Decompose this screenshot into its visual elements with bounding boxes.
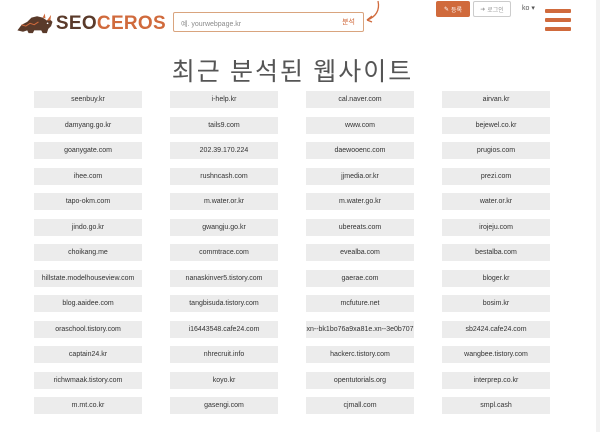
site-link[interactable]: captain24.kr: [34, 346, 142, 363]
site-link[interactable]: mcfuture.net: [306, 295, 414, 312]
site-link[interactable]: opentutorials.org: [306, 371, 414, 389]
site-link[interactable]: tapo-okm.com: [34, 193, 142, 210]
recent-sites-grid: seenbuy.kr i-help.kr cal.naver.com airvan.k…: [34, 91, 550, 414]
site-link[interactable]: jjmedia.or.kr: [306, 167, 414, 185]
user-plus-icon: ✎: [443, 6, 449, 13]
logo[interactable]: SEOCEROS: [16, 6, 166, 42]
site-link[interactable]: bestalba.com: [442, 244, 550, 261]
logo-wordmark: SEOCEROS: [55, 13, 166, 34]
site-link[interactable]: bejewel.co.kr: [442, 116, 550, 134]
register-button[interactable]: ✎ 등록: [436, 1, 470, 17]
site-link[interactable]: nanaskinver5.tistory.com: [170, 269, 278, 287]
login-button[interactable]: ➜ 로그인: [473, 1, 511, 17]
page-title: 최근 분석된 웹사이트: [171, 59, 414, 86]
site-link[interactable]: goanygate.com: [34, 142, 142, 159]
site-link[interactable]: prugios.com: [442, 142, 550, 159]
login-label: 로그인: [487, 7, 504, 14]
sign-in-icon: ➜: [480, 6, 486, 13]
scrollbar[interactable]: [596, 0, 600, 432]
site-link[interactable]: seenbuy.kr: [34, 91, 142, 108]
site-link[interactable]: m.water.go.kr: [306, 193, 414, 210]
site-link[interactable]: water.or.kr: [442, 193, 550, 210]
site-link[interactable]: m.water.or.kr: [170, 193, 278, 210]
site-link[interactable]: prezi.com: [442, 167, 550, 185]
analyze-button[interactable]: 분석: [342, 17, 355, 27]
site-link[interactable]: tangbisuda.tistory.com: [170, 295, 278, 312]
rhino-logo-icon: [17, 13, 53, 34]
site-link[interactable]: tails9.com: [170, 116, 278, 134]
site-link[interactable]: airvan.kr: [442, 91, 550, 108]
site-link[interactable]: cal.naver.com: [306, 91, 414, 108]
curved-arrow-icon: [366, 0, 380, 23]
site-link[interactable]: daewooenc.com: [306, 142, 414, 159]
site-link[interactable]: hillstate.modelhouseview.com: [34, 269, 142, 287]
site-link[interactable]: smpl.cash: [442, 397, 550, 414]
site-link[interactable]: sb2424.cafe24.com: [442, 320, 550, 338]
site-link[interactable]: cjmall.com: [306, 397, 414, 414]
header: SEOCEROS 분석 ✎ 등록 ➜ 로그인 ko ▾: [0, 0, 600, 48]
site-link[interactable]: gwangju.go.kr: [170, 218, 278, 236]
site-link[interactable]: hackerc.tistory.com: [306, 346, 414, 363]
site-link[interactable]: wangbee.tistory.com: [442, 346, 550, 363]
site-link[interactable]: jindo.go.kr: [34, 218, 142, 236]
site-link[interactable]: ihee.com: [34, 167, 142, 185]
site-link[interactable]: m.mt.co.kr: [34, 397, 142, 414]
site-link[interactable]: interprep.co.kr: [442, 371, 550, 389]
site-link[interactable]: xn--bk1bo76a9xa81e.xn--3e0b707: [306, 320, 414, 338]
site-link[interactable]: commtrace.com: [170, 244, 278, 261]
site-link[interactable]: nhrecruit.info: [170, 346, 278, 363]
search-bar: 분석: [173, 12, 364, 34]
menu-hamburger-icon[interactable]: [545, 9, 571, 33]
site-link[interactable]: bloger.kr: [442, 269, 550, 287]
register-label: 등록: [450, 7, 463, 14]
site-link[interactable]: choikang.me: [34, 244, 142, 261]
site-link[interactable]: i-help.kr: [170, 91, 278, 108]
site-link[interactable]: ubereats.com: [306, 218, 414, 236]
search-input[interactable]: [174, 15, 331, 34]
site-link[interactable]: i16443548.cafe24.com: [170, 320, 278, 338]
site-link[interactable]: gasengi.com: [170, 397, 278, 414]
site-link[interactable]: damyang.go.kr: [34, 116, 142, 134]
site-link[interactable]: 202.39.170.224: [170, 142, 278, 159]
site-link[interactable]: bosim.kr: [442, 295, 550, 312]
site-link[interactable]: irojeju.com: [442, 218, 550, 236]
site-link[interactable]: blog.aaidee.com: [34, 295, 142, 312]
site-link[interactable]: rushncash.com: [170, 167, 278, 185]
site-link[interactable]: oraschool.tistory.com: [34, 320, 142, 338]
site-link[interactable]: koyo.kr: [170, 371, 278, 389]
site-link[interactable]: richwmaak.tistory.com: [34, 371, 142, 389]
caret-down-icon: ▾: [529, 5, 535, 12]
site-link[interactable]: evealba.com: [306, 244, 414, 261]
site-link[interactable]: gaerae.com: [306, 269, 414, 287]
site-link[interactable]: www.com: [306, 116, 414, 134]
language-selector[interactable]: ko ▾: [522, 4, 535, 12]
